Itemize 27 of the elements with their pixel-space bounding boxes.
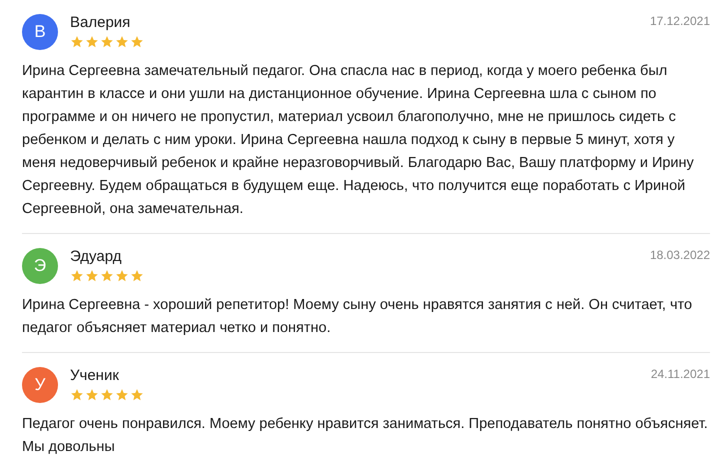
star-icon: [100, 388, 114, 402]
review-date: 24.11.2021: [650, 367, 710, 381]
review-text: Педагог очень понравился. Моему ребенку нравится заниматься. Преподаватель понятно объясняет. Мы довольны: [22, 415, 709, 457]
reviewer-name: Ученик: [70, 367, 120, 385]
star-icon: [100, 269, 114, 283]
review-date: 18.03.2022: [650, 248, 710, 262]
review-date: 17.12.2021: [650, 14, 710, 28]
star-icon: [85, 388, 99, 402]
avatar: У: [22, 367, 58, 403]
review-text: Ирина Сергеевна - хороший репетитор! Моему сыну очень нравятся занятия с ней. Он считает, что педагог объясняет материал четко и понятно.: [22, 296, 694, 338]
star-icon: [70, 35, 84, 49]
avatar: В: [22, 14, 58, 50]
star-icon: [85, 35, 99, 49]
star-icon: [130, 269, 144, 283]
star-icon: [100, 35, 114, 49]
reviewer-name: Валерия: [70, 14, 132, 32]
star-icon: [130, 388, 144, 402]
star-icon: [115, 35, 129, 49]
star-icon: [85, 269, 99, 283]
avatar: Э: [22, 248, 58, 284]
star-icon: [70, 388, 84, 402]
star-icon: [70, 269, 84, 283]
star-icon: [115, 388, 129, 402]
star-icon: [130, 35, 144, 49]
star-icon: [115, 269, 129, 283]
review-text: Ирина Сергеевна замечательный педагог. Она спасла нас в период, когда у моего ребенка был карантин в классе и они ушли на дистанционное обучение. Ирина Сергеевна шла с сыном по программе и он ничего не пропустил, материал усвоил благополучно, мне не пришлось сидеть с ребенком и делать с ним уроки. Ирина Сергеевна нашла подход к сыну в первые 5 минут, хотя у меня недоверчивый ребенок и крайне неразговорчивый. Благодарю Вас, Вашу платформу и Ирину Сергеевну. Будем обращаться в будущем еще. Надеюсь, что получится еще поработать с Ириной Сергеевной, она замечательная.: [22, 62, 695, 219]
reviewer-name: Эдуард: [70, 248, 122, 266]
